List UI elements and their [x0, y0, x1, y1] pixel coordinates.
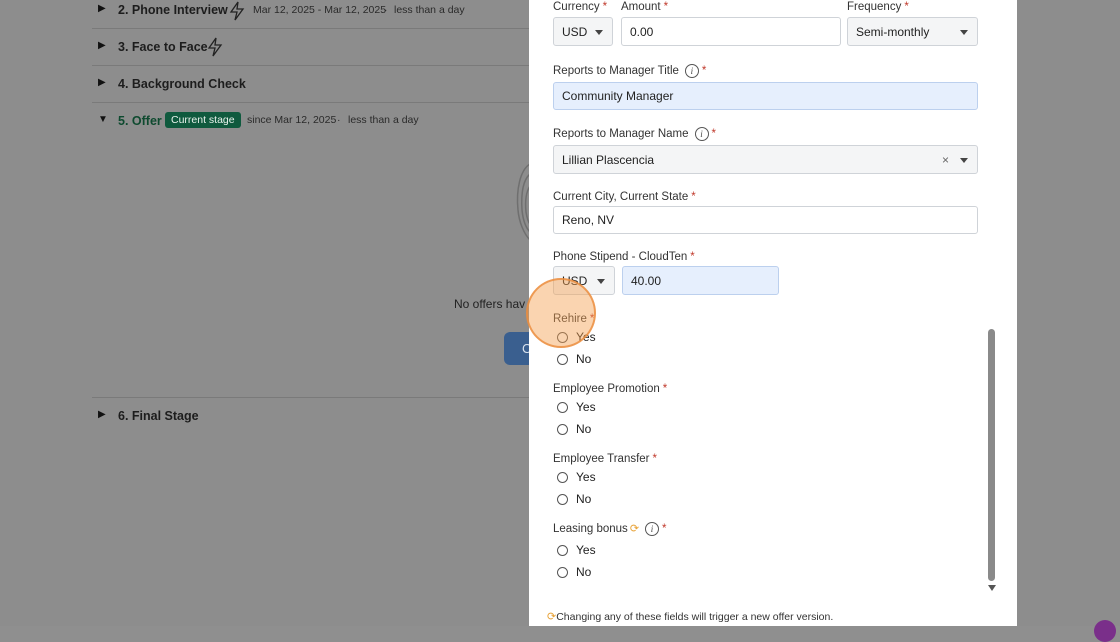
expand-caret-icon[interactable]: ▶: [98, 77, 106, 88]
currency-value: USD: [562, 24, 588, 39]
rtm-name-select[interactable]: Lillian Plascencia ×: [553, 145, 978, 174]
radio-circle-icon: [557, 423, 568, 435]
stage-duration: less than a day: [348, 114, 419, 126]
expand-caret-icon[interactable]: ▶: [98, 409, 106, 420]
promotion-no-radio[interactable]: No: [557, 422, 591, 436]
expand-caret-icon[interactable]: ▶: [98, 40, 106, 51]
currency-label: Currency *: [553, 1, 608, 13]
rtm-name-value: Lillian Plascencia: [562, 152, 655, 167]
frequency-value: Semi-monthly: [856, 24, 930, 39]
rtm-name-label: Reports to Manager Name i *: [553, 127, 716, 141]
footnote: ⟳Changing any of these fields will trigg…: [545, 610, 833, 623]
divider: [92, 65, 532, 66]
offer-form-panel: Currency * USD Amount * 0.00 Frequency * Se…: [529, 0, 1017, 626]
radio-circle-icon: [557, 401, 568, 413]
stage-since: since Mar 12, 2025: [247, 114, 337, 126]
radio-circle-icon: [557, 566, 568, 578]
radio-label: No: [576, 422, 592, 436]
amount-value: 0.00: [630, 24, 654, 39]
frequency-select[interactable]: Semi-monthly: [847, 17, 978, 46]
radio-label: No: [576, 492, 592, 506]
scroll-down-icon[interactable]: [988, 585, 996, 591]
stage-duration: less than a day: [394, 4, 465, 16]
city-value: Reno, NV: [562, 213, 615, 227]
stipend-value: 40.00: [631, 273, 662, 288]
info-icon[interactable]: i: [684, 64, 699, 78]
divider: [92, 28, 532, 29]
frequency-label: Frequency *: [847, 1, 909, 13]
radio-circle-icon: [557, 544, 568, 556]
current-stage-badge: Current stage: [165, 112, 241, 128]
lightning-icon: [229, 1, 245, 21]
lightning-icon: [207, 37, 223, 57]
leasing-no-radio[interactable]: No: [557, 565, 591, 579]
no-offers-text: No offers hav: [454, 297, 526, 311]
promotion-yes-radio[interactable]: Yes: [557, 400, 596, 414]
clear-icon[interactable]: ×: [942, 153, 949, 167]
footnote-text: Changing any of these fields will trigge…: [556, 611, 834, 623]
separator-dot: ·: [337, 114, 341, 126]
stage-title: 5. Offer: [118, 114, 162, 128]
stage-title: 3. Face to Face: [118, 40, 208, 54]
expand-caret-icon[interactable]: ▶: [98, 3, 106, 14]
radio-label: No: [576, 565, 592, 579]
rtm-title-label: Reports to Manager Title i *: [553, 64, 707, 78]
scrollbar-thumb[interactable]: [988, 329, 995, 581]
transfer-label: Employee Transfer *: [553, 453, 657, 465]
radio-label: No: [576, 352, 592, 366]
city-input[interactable]: Reno, NV: [553, 206, 978, 234]
currency-select[interactable]: USD: [553, 17, 613, 46]
stipend-label: Phone Stipend - CloudTen *: [553, 251, 695, 263]
chevron-down-icon: [595, 29, 603, 35]
stipend-amount-input[interactable]: 40.00: [622, 266, 779, 295]
help-bubble-icon[interactable]: [1094, 620, 1116, 642]
rtm-title-input[interactable]: Community Manager: [553, 82, 978, 110]
rehire-no-radio[interactable]: No: [557, 352, 591, 366]
transfer-no-radio[interactable]: No: [557, 492, 591, 506]
stage-title: 2. Phone Interview: [118, 3, 228, 17]
rtm-title-value: Community Manager: [562, 89, 674, 103]
chevron-down-icon: [960, 157, 968, 163]
sync-icon: ⟳: [547, 611, 557, 623]
radio-label: Yes: [576, 470, 596, 484]
stage-title: 6. Final Stage: [118, 409, 199, 423]
leasing-label: Leasing bonus ⟳ i *: [553, 522, 667, 536]
collapse-caret-icon[interactable]: ▼: [98, 114, 108, 125]
radio-circle-icon: [557, 493, 568, 505]
chevron-down-icon: [960, 29, 968, 35]
city-label: Current City, Current State *: [553, 191, 696, 203]
info-icon[interactable]: i: [694, 127, 709, 141]
chevron-down-icon: [597, 278, 605, 284]
promotion-label: Employee Promotion *: [553, 383, 668, 395]
transfer-yes-radio[interactable]: Yes: [557, 470, 596, 484]
click-highlight: [526, 278, 596, 348]
info-icon[interactable]: i: [645, 522, 660, 536]
stage-dates: Mar 12, 2025 - Mar 12, 2025: [253, 4, 387, 16]
divider: [92, 397, 532, 398]
radio-label: Yes: [576, 400, 596, 414]
leasing-yes-radio[interactable]: Yes: [557, 543, 596, 557]
sync-icon: ⟳: [629, 523, 640, 536]
radio-circle-icon: [557, 353, 568, 365]
divider: [92, 102, 532, 103]
radio-circle-icon: [557, 471, 568, 483]
separator-dot: ·: [384, 4, 388, 16]
radio-label: Yes: [576, 543, 596, 557]
amount-input[interactable]: 0.00: [621, 17, 841, 46]
amount-label: Amount *: [621, 1, 669, 13]
stage-title: 4. Background Check: [118, 77, 246, 91]
